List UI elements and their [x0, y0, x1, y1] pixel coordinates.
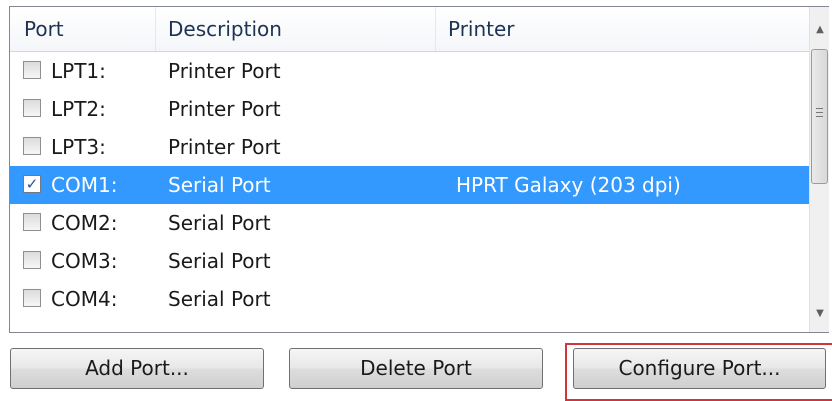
ports-panel: Port Description Printer LPT1: Printer P…	[0, 0, 832, 401]
checkmark-icon: ✓	[25, 175, 39, 193]
configure-port-button[interactable]: Configure Port...	[573, 348, 826, 389]
port-checkbox[interactable]	[23, 213, 41, 231]
column-header-port[interactable]: Port	[10, 7, 156, 51]
scrollbar-thumb[interactable]	[811, 49, 828, 184]
port-checkbox[interactable]	[23, 99, 41, 117]
port-name: COM2:	[51, 211, 118, 235]
port-row-com2[interactable]: COM2: Serial Port	[10, 204, 809, 242]
port-description: Serial Port	[168, 211, 271, 235]
port-checkbox[interactable]	[23, 61, 41, 79]
port-name: COM3:	[51, 249, 118, 273]
port-rows: LPT1: Printer Port LPT2: Printer Port LP…	[10, 52, 809, 318]
delete-port-button[interactable]: Delete Port	[289, 348, 543, 389]
column-header-printer[interactable]: Printer	[436, 7, 809, 51]
port-row-com3[interactable]: COM3: Serial Port	[10, 242, 809, 280]
grip-icon	[816, 108, 823, 117]
port-checkbox[interactable]	[23, 289, 41, 307]
chevron-down-icon[interactable]: ▼	[810, 294, 829, 332]
port-description: Printer Port	[168, 97, 281, 121]
port-checkbox[interactable]: ✓	[23, 175, 41, 193]
port-row-lpt1[interactable]: LPT1: Printer Port	[10, 52, 809, 90]
port-description: Printer Port	[168, 135, 281, 159]
list-header: Port Description Printer	[10, 7, 809, 52]
column-header-description[interactable]: Description	[156, 7, 436, 51]
port-name: LPT2:	[51, 97, 106, 121]
port-name: COM4:	[51, 287, 118, 311]
port-description: Printer Port	[168, 59, 281, 83]
port-description: Serial Port	[168, 287, 271, 311]
port-name: COM1:	[51, 173, 118, 197]
port-list[interactable]: Port Description Printer LPT1: Printer P…	[9, 6, 829, 333]
port-row-lpt3[interactable]: LPT3: Printer Port	[10, 128, 809, 166]
port-row-com1[interactable]: ✓ COM1: Serial Port HPRT Galaxy (203 dpi…	[10, 166, 809, 204]
chevron-up-icon[interactable]: ▲	[810, 7, 829, 47]
vertical-scrollbar[interactable]: ▲ ▼	[809, 7, 829, 332]
port-name: LPT3:	[51, 135, 106, 159]
port-description: Serial Port	[168, 173, 271, 197]
add-port-button[interactable]: Add Port...	[10, 348, 264, 389]
port-description: Serial Port	[168, 249, 271, 273]
port-checkbox[interactable]	[23, 137, 41, 155]
port-checkbox[interactable]	[23, 251, 41, 269]
port-row-com4[interactable]: COM4: Serial Port	[10, 280, 809, 318]
port-row-lpt2[interactable]: LPT2: Printer Port	[10, 90, 809, 128]
port-name: LPT1:	[51, 59, 106, 83]
port-printer: HPRT Galaxy (203 dpi)	[456, 173, 681, 197]
